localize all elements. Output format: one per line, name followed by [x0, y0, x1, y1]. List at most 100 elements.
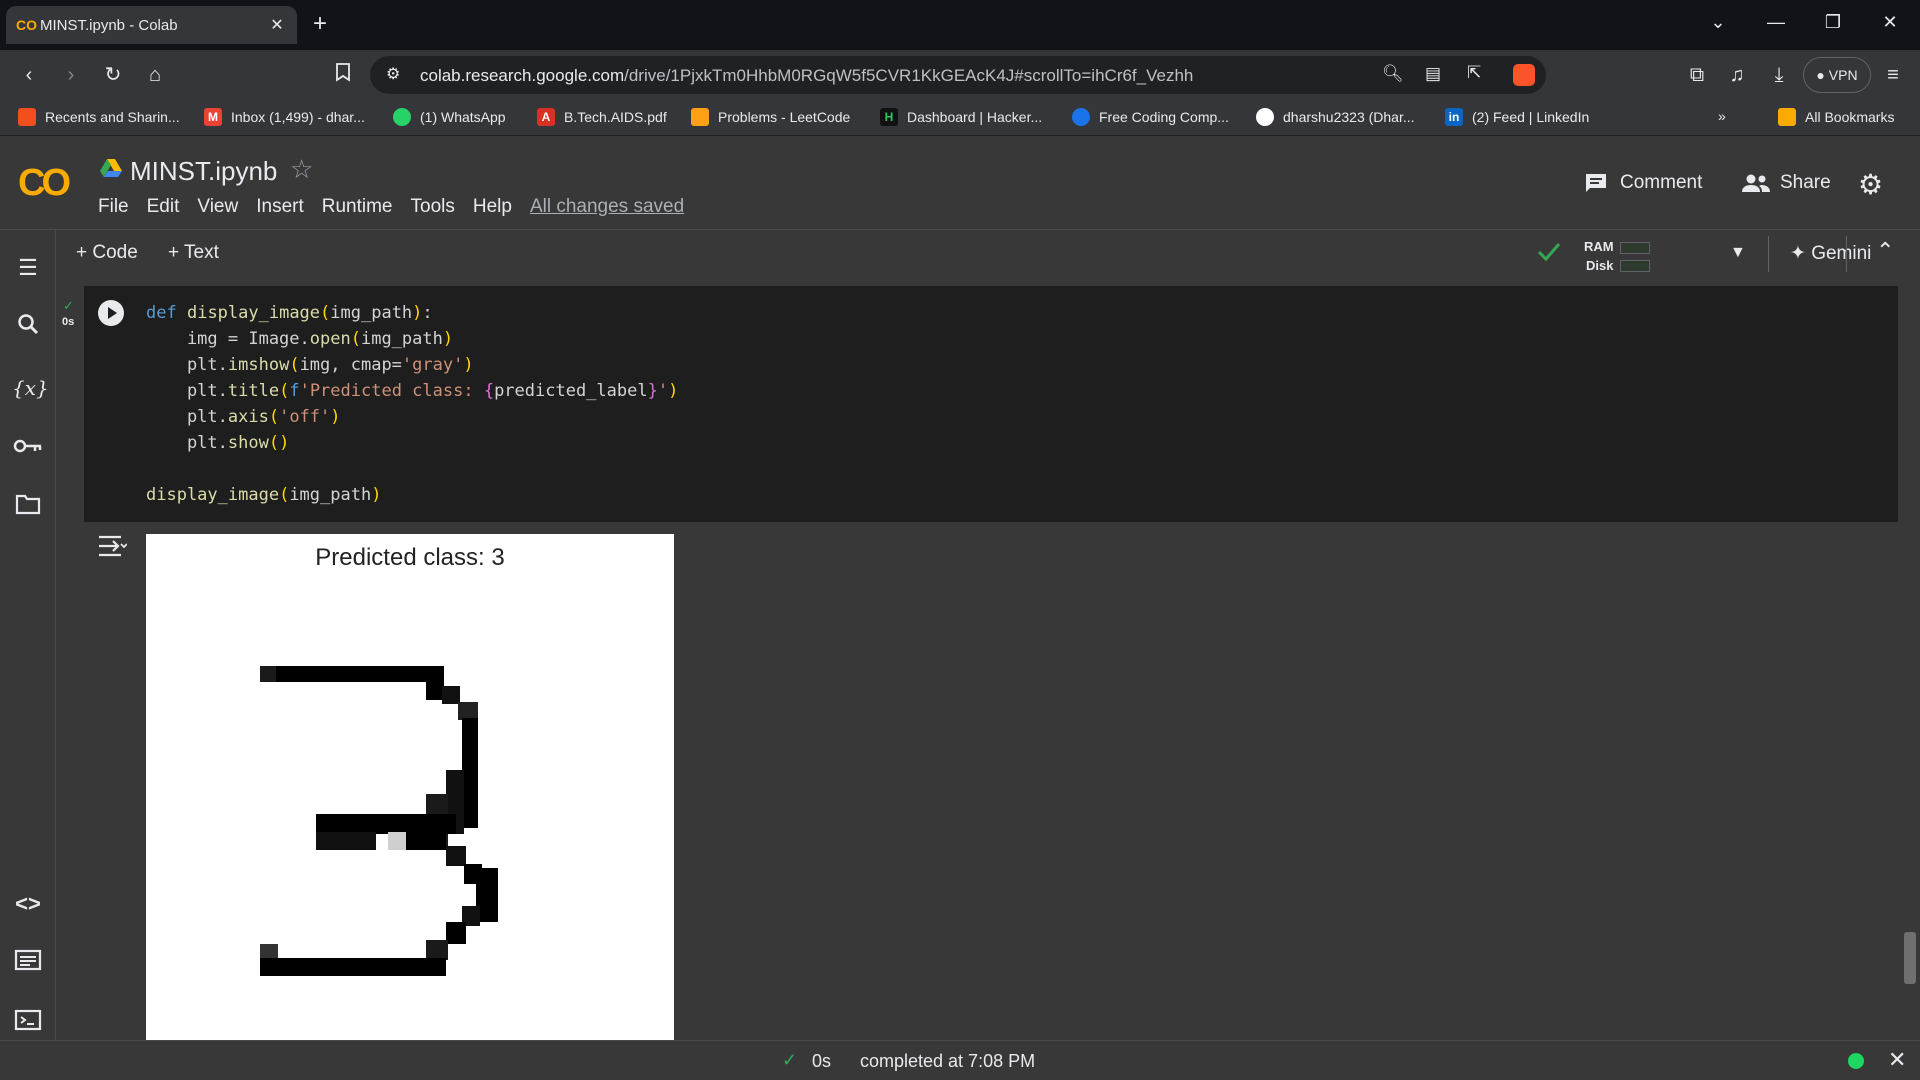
close-window-button[interactable]: ✕ — [1878, 12, 1902, 33]
colab-header: CO MINST.ipynb ☆ File Edit View Insert R… — [0, 136, 1920, 230]
bookmark-item[interactable]: Free Coding Comp... — [1072, 108, 1229, 126]
bookmark-label: dharshu2323 (Dhar... — [1283, 109, 1415, 125]
vpn-button[interactable]: ● VPN — [1803, 57, 1871, 93]
toc-icon[interactable]: ☰ — [12, 252, 44, 284]
status-completed[interactable]: completed at 7:08 PM — [860, 1051, 1035, 1072]
notebook-title[interactable]: MINST.ipynb — [130, 156, 277, 187]
site-info-icon[interactable]: ⚙ — [386, 64, 400, 84]
gemini-label: Gemini — [1811, 243, 1872, 264]
resource-monitor[interactable]: RAM Disk — [1584, 236, 1704, 274]
all-bookmarks-label: All Bookmarks — [1805, 109, 1895, 125]
terminal-icon[interactable] — [12, 1008, 44, 1040]
address-bar[interactable]: ⚙ colab.research.google.com/drive/1PjxkT… — [370, 56, 1546, 94]
colab-favicon-icon: CO — [16, 17, 37, 33]
code-snippets-icon[interactable]: <> — [12, 888, 44, 920]
collapse-chevron-up-icon[interactable]: ⌃ — [1876, 238, 1894, 264]
tab-search-icon[interactable]: ⌄ — [1706, 12, 1730, 33]
bookmark-item[interactable]: Problems - LeetCode — [691, 108, 850, 126]
bookmark-item[interactable]: H Dashboard | Hacker... — [880, 108, 1042, 126]
linkedin-icon: in — [1445, 108, 1463, 126]
colab-logo[interactable]: CO — [18, 162, 71, 205]
menu-runtime[interactable]: Runtime — [322, 196, 393, 218]
bookmark-label: Recents and Sharin... — [45, 109, 180, 125]
url-text: colab.research.google.com/drive/1PjxkTm0… — [420, 66, 1193, 86]
github-icon — [1256, 108, 1274, 126]
people-icon — [1742, 174, 1770, 192]
bookmark-item[interactable]: (1) WhatsApp — [393, 108, 506, 126]
code-line: display_image(img_path) — [146, 485, 382, 505]
connection-status-dot — [1848, 1053, 1864, 1069]
command-palette-icon[interactable] — [12, 948, 44, 980]
left-sidebar: ☰ {x} <> — [0, 230, 56, 1040]
forward-button[interactable]: › — [58, 62, 84, 88]
toolbar-divider — [1768, 236, 1769, 272]
bookmark-label: Inbox (1,499) - dhar... — [231, 109, 365, 125]
runtime-dropdown-icon[interactable]: ▼ — [1730, 244, 1746, 262]
zoom-icon[interactable]: 🔍︎ — [1382, 64, 1404, 84]
menu-bar: File Edit View Insert Runtime Tools Help… — [98, 196, 702, 218]
home-button[interactable]: ⌂ — [142, 62, 168, 88]
gemini-button[interactable]: ✦ Gemini — [1790, 242, 1871, 265]
brave-shield-icon[interactable] — [1513, 64, 1535, 86]
search-icon[interactable] — [12, 312, 44, 344]
bookmark-item[interactable]: A B.Tech.AIDS.pdf — [537, 108, 667, 126]
menu-file[interactable]: File — [98, 196, 129, 218]
bookmark-label: Dashboard | Hacker... — [907, 109, 1043, 125]
restore-button[interactable]: ❐ — [1821, 12, 1845, 33]
comment-label: Comment — [1620, 172, 1703, 193]
browser-menu-icon[interactable]: ≡ — [1880, 62, 1906, 88]
codechef-icon — [1072, 108, 1090, 126]
notebook-toolbar: + Code + Text RAM Disk ▼ ✦ Gemini ⌃ — [56, 230, 1920, 278]
variables-icon[interactable]: {x} — [12, 372, 49, 404]
new-tab-button[interactable]: + — [313, 10, 327, 38]
star-icon[interactable]: ☆ — [290, 154, 313, 185]
share-button[interactable]: Share — [1742, 172, 1831, 194]
bookmark-icon[interactable] — [330, 62, 356, 88]
browser-tab-strip: CO MINST.ipynb - Colab ✕ + ⌄ — ❐ ✕ — [0, 0, 1920, 50]
pdf-icon: A — [537, 108, 555, 126]
code-line: plt.imshow(img, cmap='gray') — [146, 355, 474, 375]
bookmark-item[interactable]: M Inbox (1,499) - dhar... — [204, 108, 365, 126]
vpn-label: VPN — [1828, 67, 1858, 83]
minimize-button[interactable]: — — [1764, 12, 1788, 33]
menu-edit[interactable]: Edit — [147, 196, 180, 218]
all-bookmarks[interactable]: All Bookmarks — [1778, 108, 1894, 126]
secrets-key-icon[interactable] — [12, 432, 44, 464]
share-page-icon[interactable]: ⇱ — [1467, 63, 1481, 83]
back-button[interactable]: ‹ — [16, 62, 42, 88]
folder-icon — [1778, 108, 1796, 126]
comment-icon — [1586, 174, 1606, 192]
connected-check-icon — [1536, 240, 1562, 269]
add-text-button[interactable]: + Text — [168, 242, 219, 264]
downloads-icon[interactable]: ⤓ — [1766, 62, 1792, 88]
comment-button[interactable]: Comment — [1584, 172, 1702, 194]
settings-gear-icon[interactable]: ⚙ — [1858, 168, 1883, 201]
menu-help[interactable]: Help — [473, 196, 512, 218]
menu-tools[interactable]: Tools — [411, 196, 455, 218]
run-cell-button[interactable] — [98, 300, 124, 326]
url-host: colab.research.google.com — [420, 66, 625, 85]
bookmark-item[interactable]: Recents and Sharin... — [18, 108, 180, 126]
drive-icon[interactable] — [100, 158, 122, 178]
code-editor[interactable]: def display_image(img_path): img = Image… — [146, 300, 678, 508]
menu-view[interactable]: View — [197, 196, 238, 218]
tab-close-icon[interactable]: ✕ — [267, 15, 287, 35]
scrollbar-thumb[interactable] — [1904, 932, 1916, 984]
save-status[interactable]: All changes saved — [530, 196, 684, 218]
browser-tab[interactable]: CO MINST.ipynb - Colab ✕ — [6, 6, 297, 44]
extensions-icon[interactable]: ⧉ — [1684, 62, 1710, 88]
more-bookmarks-button[interactable]: » — [1718, 108, 1726, 124]
files-folder-icon[interactable] — [12, 492, 44, 524]
reload-button[interactable]: ↻ — [100, 62, 126, 88]
toolbar-divider — [1846, 236, 1847, 272]
cell-done-check-icon: ✓ — [63, 298, 74, 313]
bookmark-item[interactable]: in (2) Feed | LinkedIn — [1445, 108, 1589, 126]
media-icon[interactable]: ♫ — [1724, 62, 1750, 88]
bookmark-item[interactable]: dharshu2323 (Dhar... — [1256, 108, 1415, 126]
menu-insert[interactable]: Insert — [256, 196, 304, 218]
add-code-button[interactable]: + Code — [76, 242, 138, 264]
output-actions-icon[interactable] — [97, 533, 128, 564]
reader-icon[interactable]: ▤ — [1425, 64, 1441, 84]
close-status-icon[interactable]: ✕ — [1888, 1047, 1906, 1073]
